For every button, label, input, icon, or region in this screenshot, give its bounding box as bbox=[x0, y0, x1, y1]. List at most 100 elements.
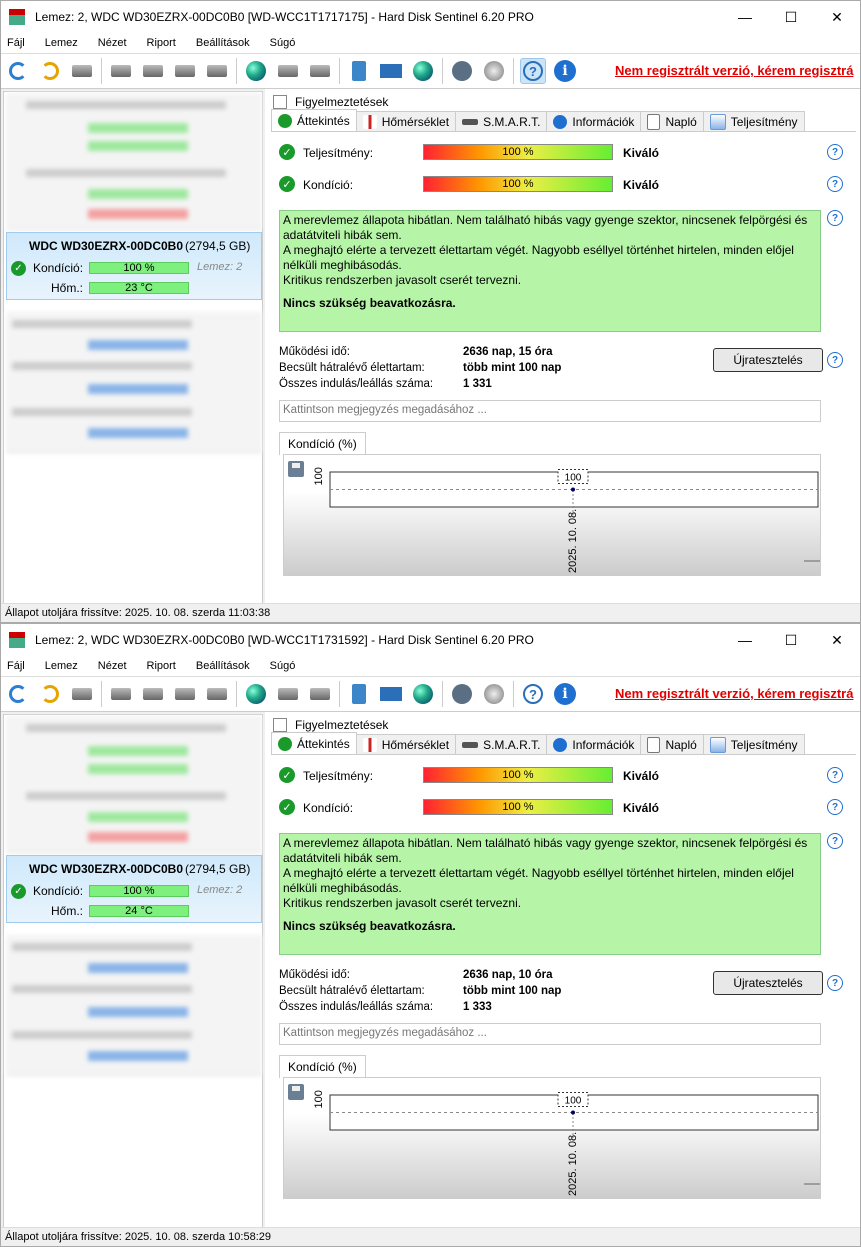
title-bar[interactable]: Lemez: 2, WDC WD30EZRX-00DC0B0 [WD-WCC1T… bbox=[1, 624, 860, 656]
tab-temperature[interactable]: Hőmérséklet bbox=[355, 734, 457, 755]
disk-check-button[interactable] bbox=[172, 58, 198, 84]
menu-help[interactable]: Súgó bbox=[270, 660, 296, 672]
settings-button[interactable] bbox=[449, 681, 475, 707]
email-button[interactable] bbox=[378, 58, 404, 84]
help-icon[interactable]: ? bbox=[827, 210, 843, 226]
disk-list-button[interactable] bbox=[69, 681, 95, 707]
uptime-label: Működési idő: bbox=[279, 969, 350, 981]
help-icon[interactable]: ? bbox=[827, 352, 843, 368]
minimize-button[interactable]: — bbox=[722, 1, 768, 33]
retest-button[interactable]: Újratesztelés bbox=[713, 971, 823, 995]
menu-disk[interactable]: Lemez bbox=[45, 37, 78, 49]
tab-information[interactable]: Információk bbox=[546, 111, 642, 132]
minimize-button[interactable]: — bbox=[722, 624, 768, 656]
blurred-disk-entries-2 bbox=[6, 312, 262, 453]
maximize-button[interactable]: ☐ bbox=[768, 624, 814, 656]
tab-performance[interactable]: Teljesítmény bbox=[702, 111, 805, 132]
refresh-warning-button[interactable] bbox=[37, 681, 63, 707]
unregistered-link[interactable]: Nem regisztrált verzió, kérem regisztrá bbox=[615, 63, 853, 78]
disk-check-button[interactable] bbox=[172, 681, 198, 707]
warnings-tab[interactable]: Figyelmeztetések bbox=[273, 718, 388, 732]
selected-disk-entry[interactable]: WDC WD30EZRX-00DC0B0 (2794,5 GB) ✓ Kondí… bbox=[6, 855, 262, 923]
tab-performance[interactable]: Teljesítmény bbox=[702, 734, 805, 755]
disk-search-button[interactable] bbox=[204, 58, 230, 84]
menu-help[interactable]: Súgó bbox=[270, 37, 296, 49]
selected-disk-entry[interactable]: WDC WD30EZRX-00DC0B0 (2794,5 GB) ✓ Kondí… bbox=[6, 232, 262, 300]
tab-smart[interactable]: S.M.A.R.T. bbox=[455, 111, 548, 132]
performance-label: Teljesítmény: bbox=[303, 769, 374, 783]
tab-temperature[interactable]: Hőmérséklet bbox=[355, 111, 457, 132]
refresh-button[interactable] bbox=[5, 681, 31, 707]
usb-button[interactable] bbox=[307, 58, 333, 84]
network-button[interactable] bbox=[243, 681, 269, 707]
network-send-button[interactable] bbox=[410, 681, 436, 707]
menu-settings[interactable]: Beállítások bbox=[196, 660, 250, 672]
note-input[interactable]: Kattintson megjegyzés megadásához ... bbox=[279, 400, 821, 422]
report-button[interactable] bbox=[346, 58, 372, 84]
report-button[interactable] bbox=[346, 681, 372, 707]
menu-report[interactable]: Riport bbox=[147, 660, 176, 672]
sound-button[interactable] bbox=[481, 681, 507, 707]
app-logo-icon bbox=[9, 632, 25, 648]
disk-schedule-button[interactable] bbox=[140, 681, 166, 707]
server-button[interactable] bbox=[275, 681, 301, 707]
menu-view[interactable]: Nézet bbox=[98, 660, 127, 672]
refresh-warning-button[interactable] bbox=[37, 58, 63, 84]
maximize-button[interactable]: ☐ bbox=[768, 1, 814, 33]
help-button[interactable]: ? bbox=[520, 681, 546, 707]
warnings-tab[interactable]: Figyelmeztetések bbox=[273, 95, 388, 109]
help-icon[interactable]: ? bbox=[827, 833, 843, 849]
menu-report[interactable]: Riport bbox=[147, 37, 176, 49]
retest-button[interactable]: Újratesztelés bbox=[713, 348, 823, 372]
network-send-button[interactable] bbox=[410, 58, 436, 84]
info-button[interactable]: i bbox=[552, 681, 578, 707]
disk-list-button[interactable] bbox=[69, 58, 95, 84]
help-icon[interactable]: ? bbox=[827, 144, 843, 160]
close-button[interactable]: ✕ bbox=[814, 624, 860, 656]
help-icon[interactable]: ? bbox=[827, 975, 843, 991]
help-icon[interactable]: ? bbox=[827, 799, 843, 815]
menu-view[interactable]: Nézet bbox=[98, 37, 127, 49]
speaker-icon bbox=[484, 61, 504, 81]
tab-overview[interactable]: Áttekintés bbox=[271, 732, 357, 755]
chart-tab[interactable]: Kondíció (%) bbox=[279, 1055, 366, 1078]
tab-log[interactable]: Napló bbox=[640, 734, 704, 755]
blurred-disk-entries-2 bbox=[6, 935, 262, 1076]
help-icon[interactable]: ? bbox=[827, 176, 843, 192]
data-point bbox=[571, 487, 575, 492]
usb-button[interactable] bbox=[307, 681, 333, 707]
server-button[interactable] bbox=[275, 58, 301, 84]
chart-tab[interactable]: Kondíció (%) bbox=[279, 432, 366, 455]
disk-button-1[interactable] bbox=[108, 58, 134, 84]
temperature-label: Hőm.: bbox=[51, 904, 84, 918]
tab-smart[interactable]: S.M.A.R.T. bbox=[455, 734, 548, 755]
tab-overview[interactable]: Áttekintés bbox=[271, 109, 357, 132]
refresh-button[interactable] bbox=[5, 58, 31, 84]
save-icon[interactable] bbox=[288, 461, 304, 477]
save-icon[interactable] bbox=[288, 1084, 304, 1100]
disk-search-button[interactable] bbox=[204, 681, 230, 707]
menu-disk[interactable]: Lemez bbox=[45, 660, 78, 672]
sound-button[interactable] bbox=[481, 58, 507, 84]
email-button[interactable] bbox=[378, 681, 404, 707]
menu-settings[interactable]: Beállítások bbox=[196, 37, 250, 49]
close-button[interactable]: ✕ bbox=[814, 1, 860, 33]
menu-file[interactable]: Fájl bbox=[7, 660, 25, 672]
disk-schedule-button[interactable] bbox=[140, 58, 166, 84]
check-icon: ✓ bbox=[279, 144, 295, 160]
settings-button[interactable] bbox=[449, 58, 475, 84]
help-button[interactable]: ? bbox=[520, 58, 546, 84]
note-input[interactable]: Kattintson megjegyzés megadásához ... bbox=[279, 1023, 821, 1045]
info-button[interactable]: i bbox=[552, 58, 578, 84]
disk-button-1[interactable] bbox=[108, 681, 134, 707]
server-icon bbox=[278, 688, 298, 700]
tab-log[interactable]: Napló bbox=[640, 111, 704, 132]
title-bar[interactable]: Lemez: 2, WDC WD30EZRX-00DC0B0 [WD-WCC1T… bbox=[1, 1, 860, 33]
menu-file[interactable]: Fájl bbox=[7, 37, 25, 49]
network-button[interactable] bbox=[243, 58, 269, 84]
tab-label: Hőmérséklet bbox=[381, 115, 450, 129]
uptime-label: Működési idő: bbox=[279, 346, 350, 358]
unregistered-link[interactable]: Nem regisztrált verzió, kérem regisztrá bbox=[615, 686, 853, 701]
tab-information[interactable]: Információk bbox=[546, 734, 642, 755]
help-icon[interactable]: ? bbox=[827, 767, 843, 783]
